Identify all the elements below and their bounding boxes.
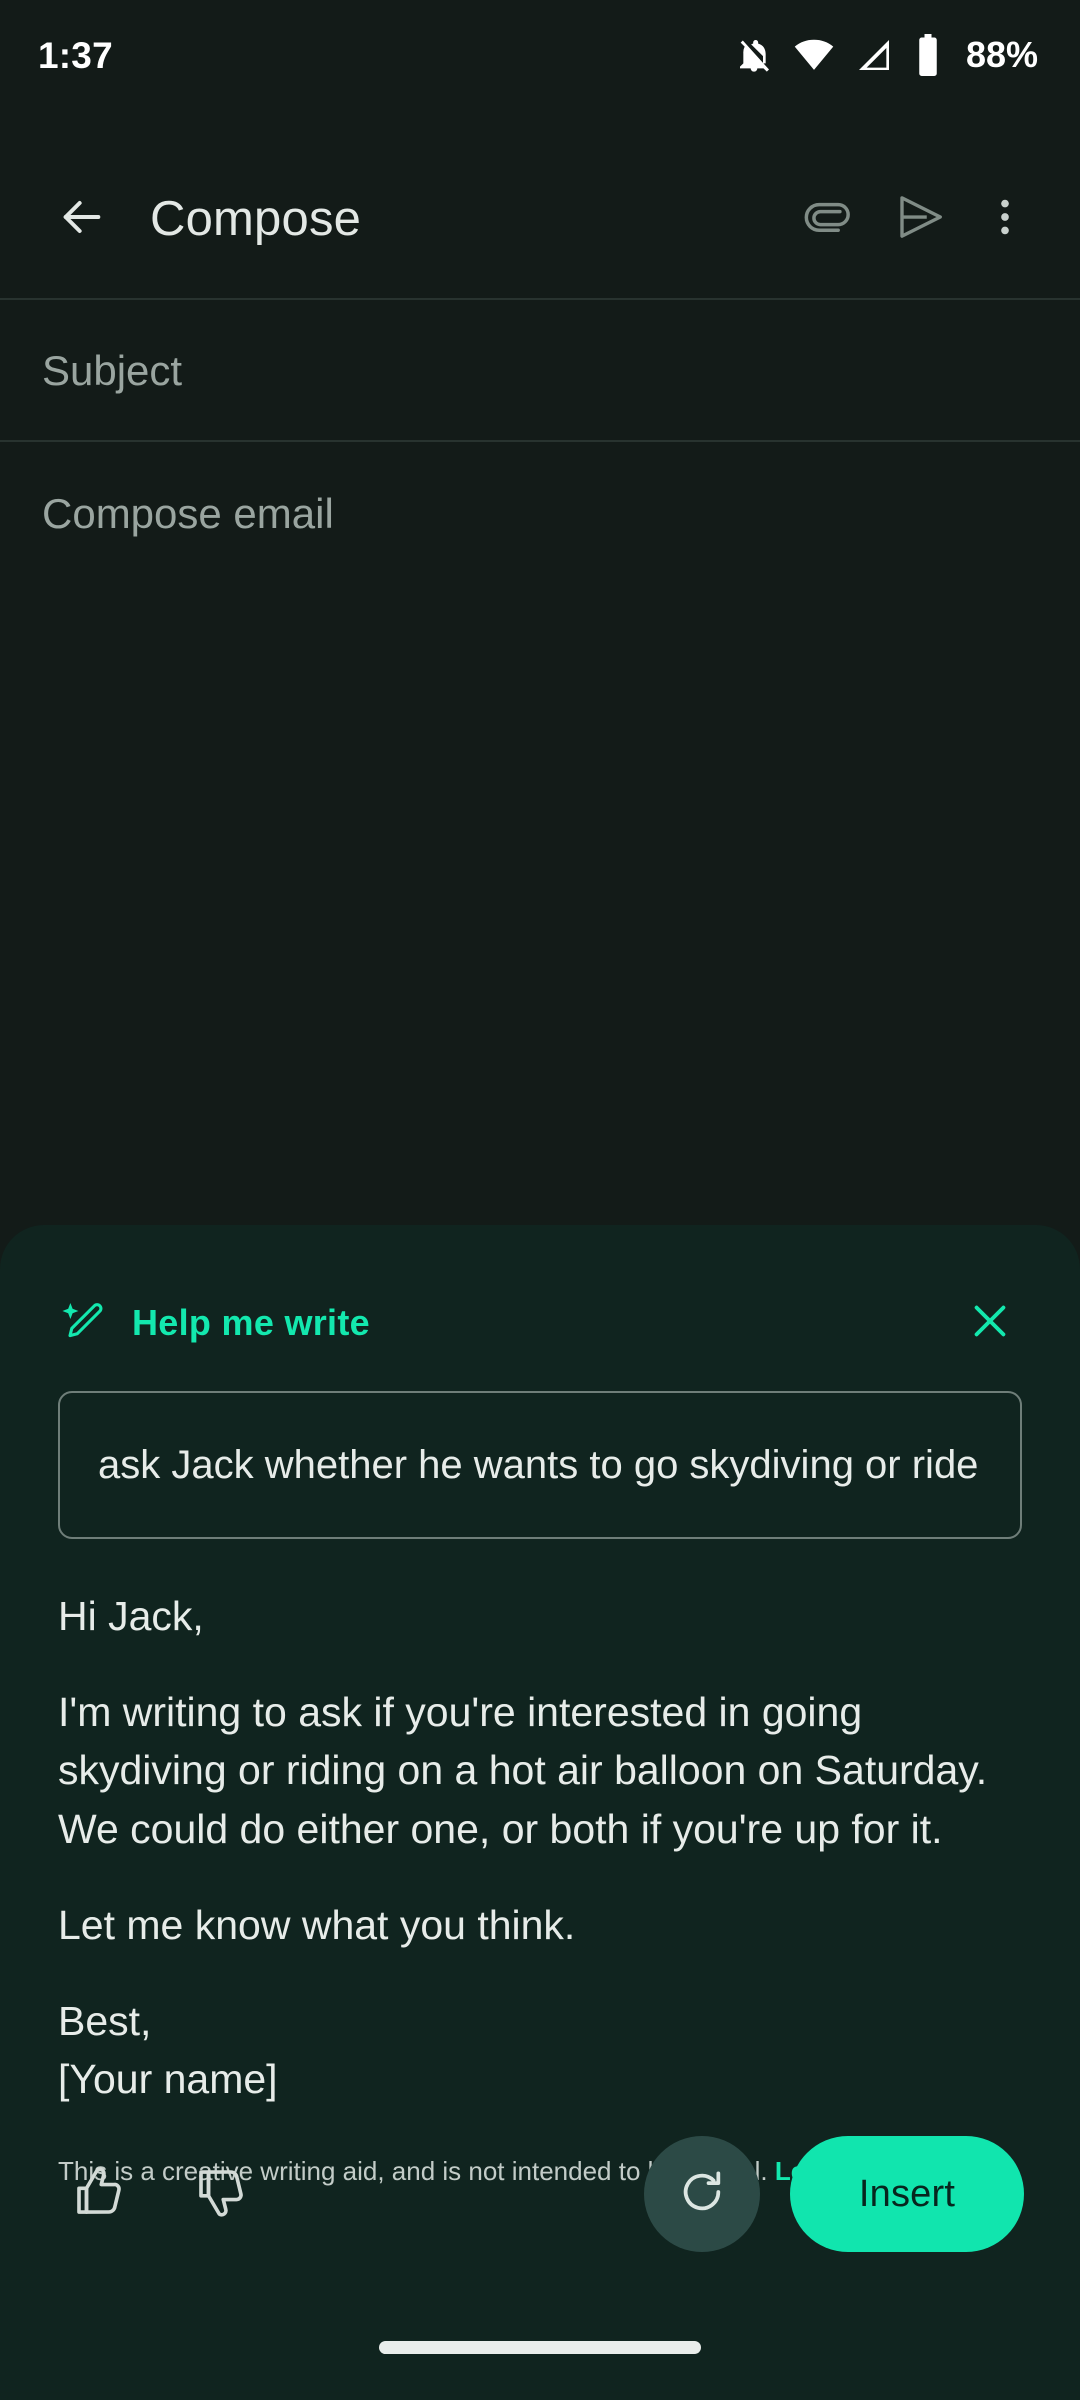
app-bar: Compose [0, 140, 1080, 300]
thumb-up-button[interactable] [56, 2151, 142, 2237]
close-button[interactable] [958, 1291, 1022, 1355]
notifications-off-icon [734, 35, 774, 75]
magic-pencil-icon [58, 1297, 106, 1350]
phone-screen: 1:37 88% Compose Subject Compose email H… [0, 0, 1080, 2400]
home-indicator[interactable] [379, 2340, 701, 2354]
help-me-write-actions: Insert [0, 2136, 1080, 2252]
more-options-button[interactable] [966, 173, 1044, 265]
status-bar: 1:37 88% [0, 0, 1080, 110]
help-me-write-sheet: Help me write ask Jack whether he wants … [0, 1225, 1080, 2400]
prompt-input[interactable]: ask Jack whether he wants to go skydivin… [58, 1391, 1022, 1539]
attach-file-icon [802, 191, 854, 248]
attach-file-button[interactable] [782, 173, 874, 265]
result-paragraph: Hi Jack, [58, 1593, 204, 1639]
navigation-bar [0, 2294, 1080, 2400]
help-me-write-title-group: Help me write [58, 1297, 370, 1350]
subject-placeholder: Subject [42, 347, 183, 394]
page-title: Compose [150, 192, 362, 246]
help-me-write-title: Help me write [132, 1302, 370, 1343]
generated-result: Hi Jack, I'm writing to ask if you're in… [58, 1587, 1022, 2109]
back-arrow-icon [54, 189, 110, 250]
send-icon [893, 190, 947, 249]
result-paragraph: Let me know what you think. [58, 1901, 576, 1948]
insert-button[interactable]: Insert [790, 2136, 1024, 2252]
status-icon-group: 88% [734, 34, 1038, 76]
thumb-down-icon [191, 2162, 251, 2227]
result-paragraph: I'm writing to ask if you're interested … [58, 1689, 988, 1852]
prompt-input-value: ask Jack whether he wants to go skydivin… [98, 1443, 982, 1487]
compose-body-placeholder: Compose email [42, 490, 334, 537]
thumb-down-button[interactable] [178, 2151, 264, 2237]
close-icon [967, 1298, 1013, 1349]
cellular-signal-icon [854, 35, 894, 75]
help-me-write-header: Help me write [0, 1225, 1080, 1355]
status-time: 1:37 [38, 34, 113, 76]
thumb-up-icon [69, 2162, 129, 2227]
more-options-icon [982, 194, 1028, 245]
wifi-icon [793, 34, 835, 76]
send-button[interactable] [874, 173, 966, 265]
refresh-icon [674, 2164, 730, 2225]
compose-body-input[interactable]: Compose email [0, 444, 1080, 584]
battery-percent: 88% [965, 34, 1038, 75]
result-paragraph: Best, [Your name] [58, 1998, 278, 2103]
battery-icon [913, 34, 943, 76]
subject-input[interactable]: Subject [0, 302, 1080, 442]
refresh-button[interactable] [644, 2136, 760, 2252]
back-button[interactable] [46, 183, 118, 255]
